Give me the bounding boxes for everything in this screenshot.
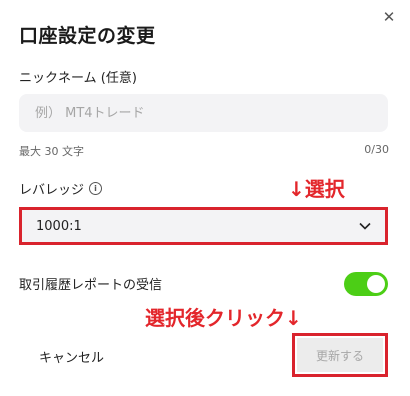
leverage-label-row: レバレッジ i [19, 179, 103, 198]
toggle-knob [367, 275, 385, 293]
leverage-label: レバレッジ [19, 183, 85, 198]
report-toggle[interactable] [344, 272, 388, 296]
chevron-down-icon [359, 222, 371, 230]
report-label: 取引履歴レポートの受信 [19, 278, 163, 293]
cancel-button[interactable]: キャンセル [39, 347, 104, 366]
nickname-label: ニックネーム (任意) [19, 71, 137, 86]
leverage-select[interactable]: 1000:1 [19, 207, 388, 245]
update-highlight: 更新する [292, 333, 388, 377]
select-annotation: ↓選択 [288, 177, 345, 201]
leverage-selected-value: 1000:1 [36, 218, 82, 234]
dialog-title: 口座設定の変更 [19, 25, 156, 47]
click-annotation: 選択後クリック↓ [145, 306, 302, 330]
nickname-input[interactable] [19, 94, 388, 132]
nickname-max-hint: 最大 30 文字 [19, 145, 84, 158]
close-icon[interactable]: ✕ [381, 9, 397, 25]
update-button[interactable]: 更新する [297, 338, 383, 372]
info-icon[interactable]: i [89, 182, 103, 195]
nickname-char-counter: 0/30 [364, 143, 389, 156]
